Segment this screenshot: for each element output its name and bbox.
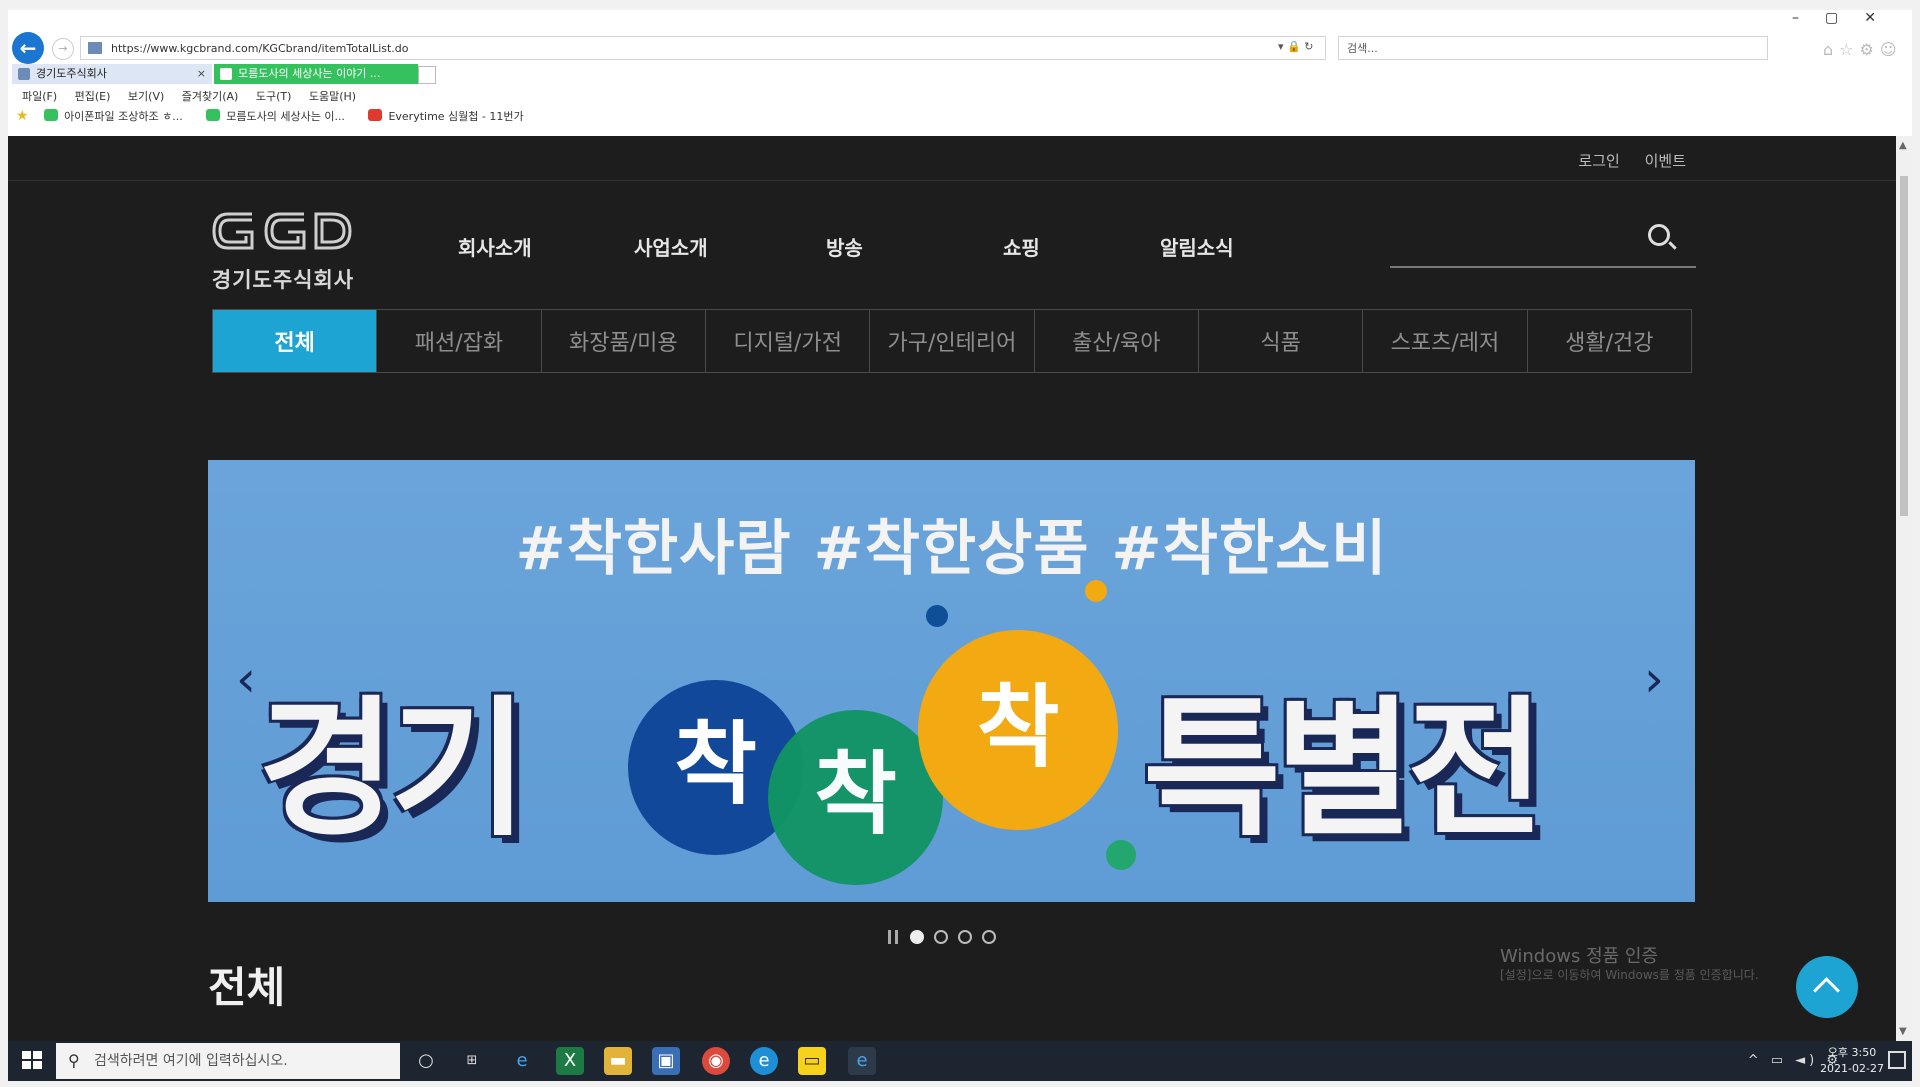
pause-icon[interactable] <box>888 930 898 944</box>
ie-active-icon[interactable]: e <box>848 1047 876 1075</box>
tab-inactive[interactable]: 모름도사의 세상사는 이야기 ... <box>214 64 418 84</box>
menu-bar[interactable]: 파일(F) 편집(E) 보기(V) 즐겨찾기(A) 도구(T) 도움말(H) <box>22 88 356 104</box>
banner-word-left: 경기 <box>258 683 528 857</box>
category-sports[interactable]: 스포츠/레저 <box>1363 310 1528 372</box>
top-links: 로그인 이벤트 <box>1568 150 1686 171</box>
top-utility-bar: 로그인 이벤트 <box>8 136 1896 181</box>
address-bar[interactable]: https://www.kgcbrand.com/KGCbrand/itemTo… <box>80 36 1326 60</box>
site-logo[interactable]: 경기도주식회사 <box>208 206 368 294</box>
taskbar-search-placeholder: 검색하려면 여기에 입력하십시오. <box>94 1053 288 1069</box>
tab-favicon-icon <box>18 68 30 80</box>
nav-business[interactable]: 사업소개 <box>634 232 708 261</box>
tab-strip: 경기도주식회사 × 모름도사의 세상사는 이야기 ... <box>8 64 908 84</box>
slider-dot[interactable] <box>982 930 996 944</box>
taskbar-search-input[interactable]: ⚲ 검색하려면 여기에 입력하십시오. <box>56 1043 400 1079</box>
nav-company[interactable]: 회사소개 <box>458 232 532 261</box>
login-link[interactable]: 로그인 <box>1578 152 1619 170</box>
nav-broadcast[interactable]: 방송 <box>826 232 863 261</box>
task-view-icon[interactable]: ⊞ <box>458 1047 486 1075</box>
browser-chrome: –▢✕ ← → https://www.kgcbrand.com/KGCbran… <box>8 10 1912 137</box>
banner-hashtags: #착한사람 #착한상품 #착한소비 <box>515 514 1388 584</box>
file-explorer-icon[interactable]: ▬ <box>604 1047 632 1075</box>
window-controls[interactable]: –▢✕ <box>1792 10 1902 26</box>
clock-date: 2021-02-27 <box>1820 1062 1884 1075</box>
activation-watermark-text: [설정]으로 이동하여 Windows를 정품 인증합니다. <box>1500 968 1759 982</box>
category-furniture[interactable]: 가구/인테리어 <box>870 310 1035 372</box>
category-beauty[interactable]: 화장품/미용 <box>542 310 706 372</box>
excel-icon[interactable]: X <box>556 1047 584 1075</box>
favorite-link[interactable]: 아이폰파일 조상하조 ㅎ... <box>44 108 183 124</box>
tab-label: 경기도주식회사 <box>36 67 107 80</box>
toolbar-icons[interactable]: ⌂☆⚙☺ <box>1823 40 1903 59</box>
banner-bubble-green: 착 <box>768 710 943 885</box>
logo-text: 경기도주식회사 <box>211 268 355 292</box>
scroll-down-icon[interactable]: ▼ <box>1899 1026 1907 1037</box>
address-row: ← → https://www.kgcbrand.com/KGCbrand/it… <box>8 32 1912 64</box>
favorites-star-icon[interactable]: ★ <box>16 108 29 124</box>
banner-word-right: 특별전 <box>1143 683 1545 857</box>
slider-dot[interactable] <box>958 930 972 944</box>
activation-watermark-title: Windows 정품 인증 <box>1500 946 1659 967</box>
edge-icon[interactable]: e <box>750 1047 778 1075</box>
ie-icon[interactable]: e <box>508 1047 536 1075</box>
banner-next-arrow-icon[interactable]: › <box>1644 650 1664 708</box>
scroll-top-button[interactable] <box>1796 956 1858 1018</box>
category-health[interactable]: 생활/건강 <box>1528 310 1691 372</box>
category-baby[interactable]: 출산/육아 <box>1035 310 1199 372</box>
chrome-icon[interactable]: ◉ <box>702 1047 730 1075</box>
banner-prev-arrow-icon[interactable]: ‹ <box>236 650 256 708</box>
category-all[interactable]: 전체 <box>213 310 378 372</box>
windows-taskbar: ⚲ 검색하려면 여기에 입력하십시오. ○ ⊞ e X ▬ ▣ ◉ e ▭ e … <box>8 1041 1912 1081</box>
clock-time: 오후 3:50 <box>1827 1046 1877 1059</box>
browser-search-input[interactable]: 검색... <box>1338 36 1768 60</box>
app-icon[interactable]: ▣ <box>652 1047 680 1075</box>
tab-active[interactable]: 경기도주식회사 × <box>12 64 212 84</box>
page-scrollbar[interactable]: ▲ ▼ <box>1896 136 1912 1041</box>
new-tab-button[interactable] <box>418 66 436 84</box>
address-tools[interactable]: ▾ 🔒 ↻ <box>1278 40 1313 53</box>
slider-dot[interactable] <box>934 930 948 944</box>
nav-shopping[interactable]: 쇼핑 <box>1003 232 1040 261</box>
banner-dot <box>1085 580 1107 602</box>
category-fashion[interactable]: 패션/잡화 <box>377 310 542 372</box>
favorites-bar: ★ 아이폰파일 조상하조 ㅎ... 모름도사의 세상사는 이... Everyt… <box>16 108 544 124</box>
scroll-thumb[interactable] <box>1900 176 1908 516</box>
banner-bubble-yellow: 착 <box>918 630 1118 830</box>
windows-start-icon[interactable] <box>22 1051 44 1071</box>
category-digital[interactable]: 디지털/가전 <box>706 310 871 372</box>
close-tab-icon[interactable]: × <box>197 64 206 84</box>
logo-mark-icon <box>212 212 352 250</box>
category-food[interactable]: 식품 <box>1199 310 1364 372</box>
screen: –▢✕ ← → https://www.kgcbrand.com/KGCbran… <box>0 0 1920 1087</box>
web-page: 로그인 이벤트 경기도주식회사 회사소개 사업소개 방송 쇼핑 알림소식 전체 … <box>8 136 1896 1041</box>
tab-label: 모름도사의 세상사는 이야기 ... <box>238 67 381 80</box>
search-icon: ⚲ <box>68 1051 80 1070</box>
category-tabs: 전체 패션/잡화 화장품/미용 디지털/가전 가구/인테리어 출산/육아 식품 … <box>212 309 1692 373</box>
site-search-input[interactable] <box>1390 266 1696 268</box>
kakaotalk-icon[interactable]: ▭ <box>798 1047 826 1075</box>
favorite-link[interactable]: 모름도사의 세상사는 이... <box>206 108 345 124</box>
banner-dot <box>1106 840 1136 870</box>
slider-dot[interactable] <box>910 930 924 944</box>
taskbar-clock[interactable]: 오후 3:50 2021-02-27 <box>1820 1045 1884 1077</box>
banner-dot <box>926 605 948 627</box>
page-favicon-icon <box>88 42 102 54</box>
search-icon[interactable] <box>1648 224 1670 246</box>
promo-banner[interactable]: #착한사람 #착한상품 #착한소비 경기 착 착 착 특별전 ‹ › <box>208 460 1695 902</box>
nav-news[interactable]: 알림소식 <box>1160 232 1234 261</box>
scroll-up-icon[interactable]: ▲ <box>1899 140 1907 151</box>
favorite-link[interactable]: Everytime 심월첩 - 11번가 <box>368 108 524 124</box>
tab-favicon-icon <box>220 68 232 80</box>
section-title: 전체 <box>208 963 286 1012</box>
back-button[interactable]: ← <box>12 32 44 64</box>
cortana-icon[interactable]: ○ <box>412 1047 440 1075</box>
event-link[interactable]: 이벤트 <box>1645 152 1686 170</box>
forward-button[interactable]: → <box>52 38 74 60</box>
notification-icon[interactable] <box>1888 1051 1906 1069</box>
